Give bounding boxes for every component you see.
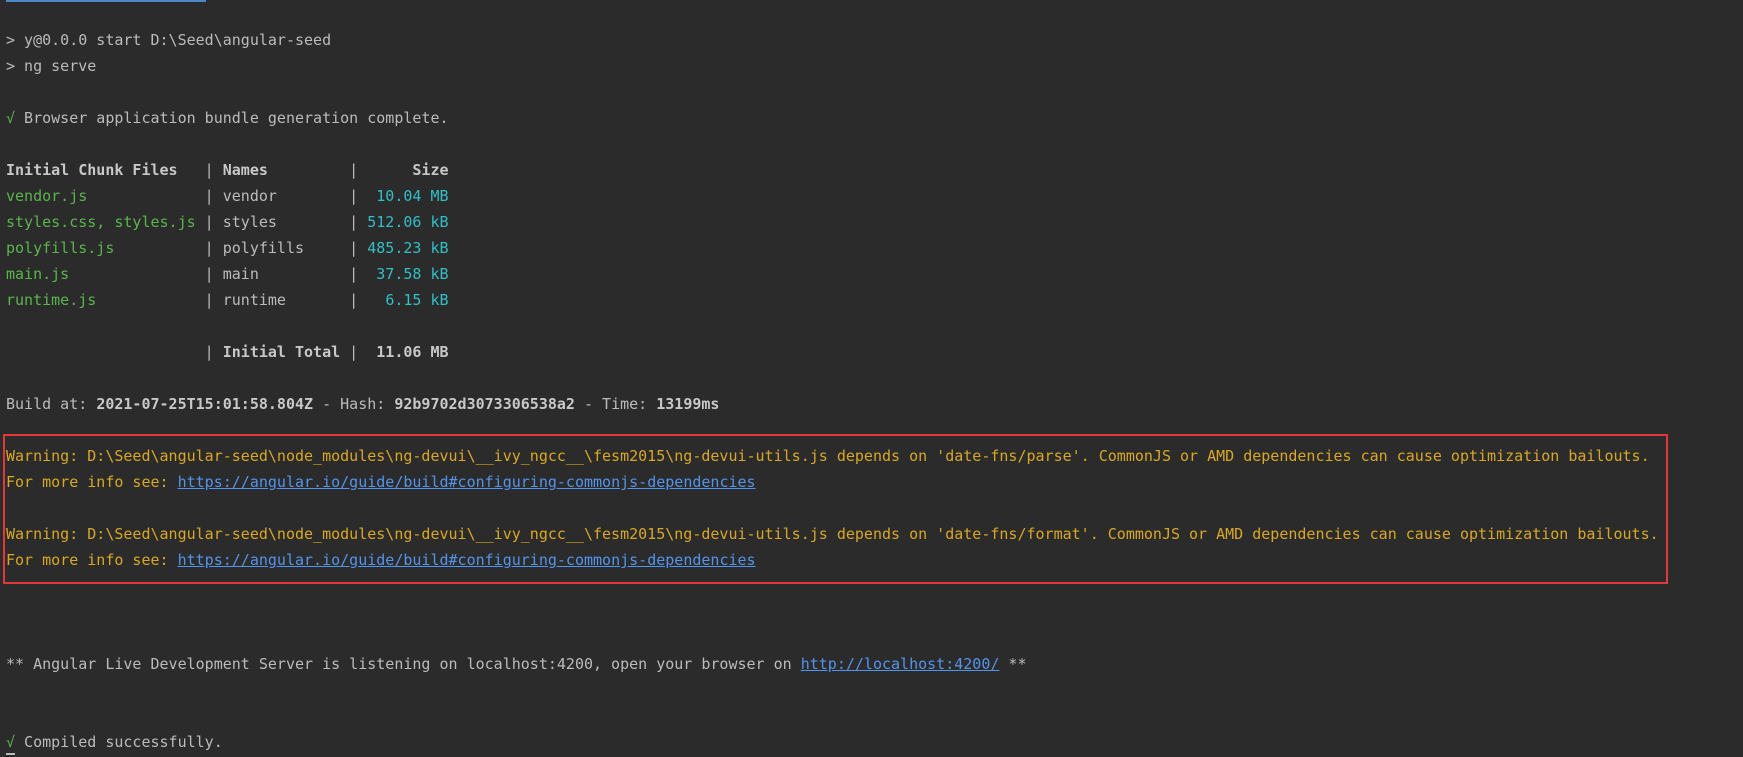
table-row: styles.css, styles.js | styles | 512.06 … (6, 213, 449, 231)
total-label: Initial Total (222, 343, 341, 361)
compiled-text: Compiled successfully. (15, 733, 223, 751)
chunk-name: vendor (222, 187, 277, 205)
chunk-file: polyfills.js (6, 239, 115, 257)
warning-line: Warning: D:\Seed\angular-seed\node_modul… (6, 525, 1659, 543)
dev-server-suffix: ** (999, 655, 1027, 673)
chunk-file: main.js (6, 265, 70, 283)
command-start-line: > y@0.0.0 start D:\Seed\angular-seed (6, 31, 332, 49)
command-serve-line: > ng serve (6, 57, 97, 75)
check-icon: √ (6, 733, 16, 751)
build-hash: 92b9702d3073306538a2 (394, 395, 575, 413)
build-label: Build at: (6, 395, 97, 413)
chunk-file: runtime.js (6, 291, 97, 309)
chunk-file: styles.css, styles.js (6, 213, 196, 231)
warning-info-label: For more info see: (6, 473, 178, 491)
warning-info-line: For more info see: https://angular.io/gu… (6, 470, 756, 494)
chunk-size: 37.58 kB (376, 265, 449, 283)
chunk-size: 6.15 kB (385, 291, 449, 309)
table-row: vendor.js | vendor | 10.04 MB (6, 187, 449, 205)
total-size: 11.06 MB (376, 343, 449, 361)
terminal-cursor[interactable] (6, 753, 15, 755)
warning-info-link[interactable]: https://angular.io/guide/build#configuri… (178, 551, 756, 569)
time-label: - Time: (574, 395, 657, 413)
warning-info-line: For more info see: https://angular.io/gu… (6, 548, 756, 572)
dev-server-prefix: ** Angular Live Development Server is li… (6, 655, 801, 673)
chunk-name: main (222, 265, 259, 283)
dev-server-line: ** Angular Live Development Server is li… (6, 652, 1027, 676)
warning-info-label: For more info see: (6, 551, 178, 569)
warning-line: Warning: D:\Seed\angular-seed\node_modul… (6, 447, 1650, 465)
localhost-link[interactable]: http://localhost:4200/ (801, 655, 1000, 673)
chunk-name: polyfills (222, 239, 305, 257)
header-files: Initial Chunk Files (6, 161, 178, 179)
chunk-name: styles (222, 213, 277, 231)
chunk-table-header: Initial Chunk Files | Names | Size (6, 161, 449, 179)
hash-label: - Hash: (313, 395, 395, 413)
compiled-status-line: √ Compiled successfully. (6, 730, 223, 754)
chunk-size: 10.04 MB (376, 187, 449, 205)
warning-info-link[interactable]: https://angular.io/guide/build#configuri… (178, 473, 756, 491)
chunk-size: 485.23 kB (367, 239, 449, 257)
chunk-file: vendor.js (6, 187, 88, 205)
header-size: Size (412, 161, 449, 179)
terminal-output: > y@0.0.0 start D:\Seed\angular-seed > n… (0, 0, 1743, 757)
table-row: main.js | main | 37.58 kB (6, 265, 449, 283)
build-time: 2021-07-25T15:01:58.804Z (96, 395, 314, 413)
check-icon: √ (6, 109, 16, 127)
table-row: polyfills.js | polyfills | 485.23 kB (6, 239, 449, 257)
bundle-status-line: √ Browser application bundle generation … (6, 106, 449, 130)
chunk-name: runtime (222, 291, 286, 309)
table-row: runtime.js | runtime | 6.15 kB (6, 291, 449, 309)
build-duration: 13199ms (656, 395, 720, 413)
chunk-table-total: | Initial Total | 11.06 MB (6, 343, 449, 361)
header-names: Names (222, 161, 268, 179)
bundle-status-text: Browser application bundle generation co… (15, 109, 449, 127)
terminal-tab-indicator (6, 0, 206, 2)
build-info-line: Build at: 2021-07-25T15:01:58.804Z - Has… (6, 392, 719, 416)
chunk-size: 512.06 kB (367, 213, 449, 231)
